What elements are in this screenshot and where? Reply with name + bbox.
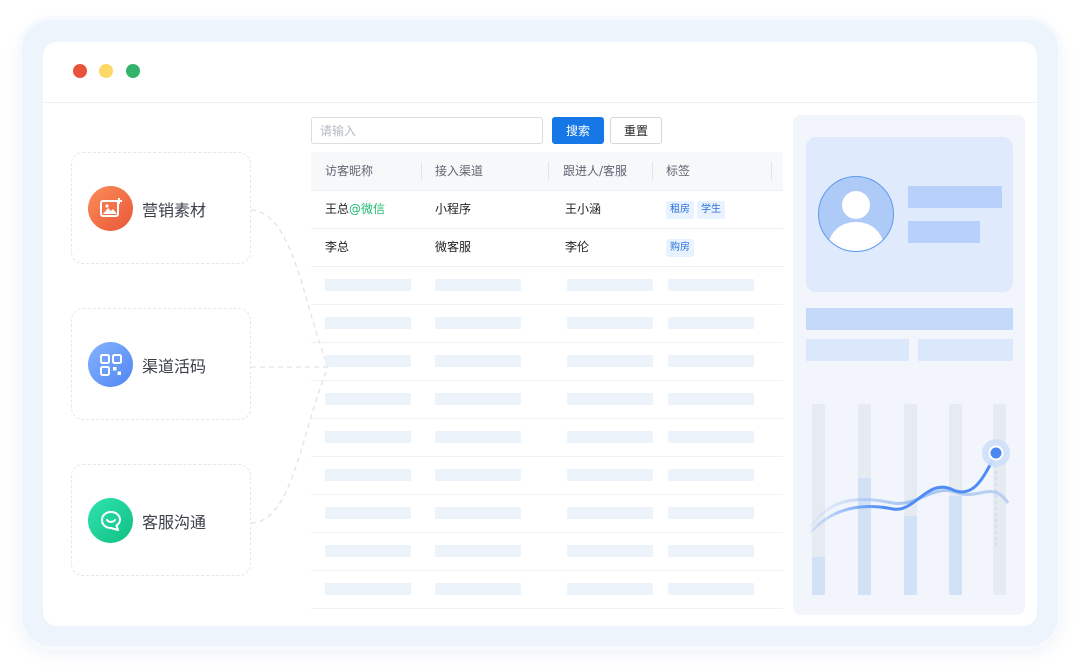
tag-badge[interactable]: 学生 [697,200,725,219]
skeleton-cell [668,431,754,443]
table-header: 访客昵称 接入渠道 跟进人/客服 标签 [311,152,783,191]
skeleton-row [311,343,783,381]
visitor-tags: 租房 学生 [666,191,728,228]
profile-info-placeholder [908,221,980,243]
avatar [818,176,894,252]
feature-card-marketing[interactable]: 营销素材 [71,152,251,264]
feature-card-customer-service[interactable]: 客服沟通 [71,464,251,576]
skeleton-cell [567,355,653,367]
tag-badge[interactable]: 购房 [666,238,694,257]
skeleton-cell [325,431,411,443]
skeleton-row [311,419,783,457]
skeleton-cell [668,583,754,595]
skeleton-cell [325,355,411,367]
feature-label: 渠道活码 [142,357,207,376]
column-header-channel[interactable]: 接入渠道 [435,152,483,190]
skeleton-cell [325,469,411,481]
skeleton-row [311,571,783,609]
feature-label: 客服沟通 [142,513,207,532]
skeleton-cell [325,317,411,329]
skeleton-cell [567,317,653,329]
column-header-agent[interactable]: 跟进人/客服 [563,152,627,190]
visitor-tags: 购房 [666,229,697,266]
skeleton-row [311,267,783,305]
skeleton-cell [325,507,411,519]
skeleton-cell [567,469,653,481]
visitor-nickname: 王总@微信 [325,202,386,216]
skeleton-cell [435,431,521,443]
search-input[interactable] [311,117,543,144]
column-header-tags[interactable]: 标签 [666,152,690,190]
reset-button[interactable]: 重置 [610,117,662,144]
tag-badge[interactable]: 租房 [666,200,694,219]
skeleton-cell [567,507,653,519]
skeleton-cell [325,545,411,557]
search-button[interactable]: 搜索 [552,117,604,144]
skeleton-cell [567,583,653,595]
info-bar-placeholder [918,339,1013,361]
visitor-channel: 微客服 [435,240,472,254]
image-plus-icon [88,186,133,231]
column-header-nickname[interactable]: 访客昵称 [325,152,373,190]
visitor-nickname: 李总 [325,240,350,254]
skeleton-cell [435,583,521,595]
skeleton-rows [311,267,783,609]
skeleton-cell [325,279,411,291]
skeleton-row [311,381,783,419]
app-window: 营销素材 渠道活码 客服沟通 搜索 重置 访客昵称 [43,42,1037,626]
user-silhouette-icon [827,191,885,251]
skeleton-cell [435,355,521,367]
skeleton-cell [668,393,754,405]
feature-label: 营销素材 [142,201,207,220]
feature-card-channel-code[interactable]: 渠道活码 [71,308,251,420]
skeleton-cell [435,279,521,291]
chat-bubble-icon [88,498,133,543]
table-row[interactable]: 王总@微信 小程序 王小涵 租房 学生 [311,191,783,229]
info-bar-placeholder [806,308,1013,330]
info-bar-placeholder [806,339,909,361]
skeleton-row [311,457,783,495]
skeleton-cell [668,355,754,367]
visitor-agent: 王小涵 [565,202,602,216]
profile-name-placeholder [908,186,1002,208]
skeleton-cell [668,317,754,329]
skeleton-cell [325,583,411,595]
source-wechat: @微信 [349,202,386,216]
skeleton-cell [567,393,653,405]
table-row[interactable]: 李总 微客服 李伦 购房 [311,229,783,267]
skeleton-cell [435,317,521,329]
visitor-agent: 李伦 [565,240,590,254]
skeleton-cell [668,545,754,557]
skeleton-cell [567,279,653,291]
skeleton-cell [435,393,521,405]
skeleton-cell [668,279,754,291]
visitor-table: 访客昵称 接入渠道 跟进人/客服 标签 王总@微信 小程序 王小涵 租房 学生 李… [311,152,783,609]
skeleton-row [311,495,783,533]
qr-code-icon [88,342,133,387]
skeleton-cell [668,469,754,481]
skeleton-cell [668,507,754,519]
visitor-channel: 小程序 [435,202,472,216]
skeleton-cell [435,545,521,557]
skeleton-row [311,305,783,343]
trend-chart-illustration [808,404,1010,595]
skeleton-cell [567,545,653,557]
skeleton-cell [435,507,521,519]
skeleton-cell [567,431,653,443]
profile-card [806,137,1013,292]
customer-profile-panel [793,115,1025,615]
skeleton-cell [325,393,411,405]
skeleton-row [311,533,783,571]
skeleton-cell [435,469,521,481]
